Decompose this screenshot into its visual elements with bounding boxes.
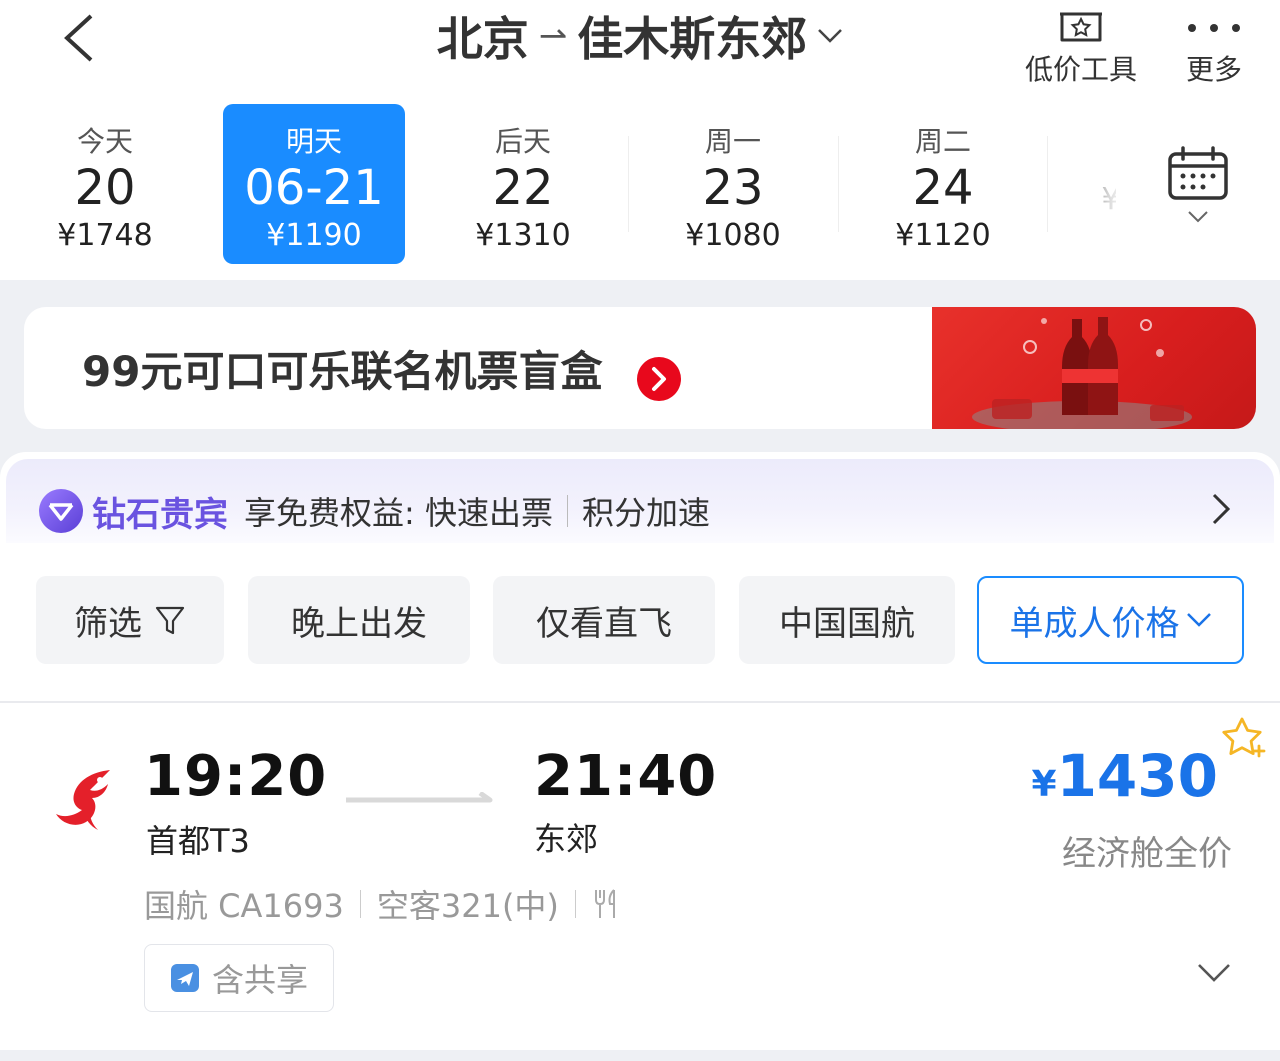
flight-meta: 国航 CA1693 空客321(中) (144, 884, 622, 925)
date-price: ¥1310 (475, 218, 571, 253)
vip-divider (566, 495, 568, 527)
cabin-class: 经济舱全价 (1062, 834, 1232, 874)
price-mode-dropdown[interactable]: 单成人价格 (977, 576, 1244, 664)
air-china-logo (52, 764, 118, 840)
date-label: 明天 (285, 125, 342, 158)
date-label: 周一 (704, 125, 761, 158)
vip-title: 钻石贵宾 (92, 494, 228, 535)
date-selector: 今天 20 ¥1748 明天 06-21 ¥1190 后天 22 ¥1310 周… (0, 100, 1280, 280)
more-button[interactable]: 更多 (1178, 0, 1250, 88)
date-item-tuesday[interactable]: 周二 24 ¥1120 (852, 104, 1034, 264)
promo-banner-image (932, 307, 1256, 429)
calendar-icon (1168, 146, 1228, 200)
price-mode-label: 单成人价格 (1009, 603, 1180, 644)
origin-city: 北京 (436, 12, 529, 66)
date-item-tomorrow[interactable]: 明天 06-21 ¥1190 (223, 104, 405, 264)
chevron-down-icon (1186, 613, 1211, 627)
filter-evening-departure[interactable]: 晚上出发 (248, 576, 470, 664)
chevron-down-icon (1188, 211, 1208, 223)
filter-label: 晚上出发 (291, 603, 427, 644)
price-currency: ¥ (1031, 764, 1057, 805)
diamond-vip-icon (39, 489, 83, 533)
date-price: ¥1190 (266, 218, 362, 253)
filter-direct-only[interactable]: 仅看直飞 (493, 576, 715, 664)
filter-button[interactable]: 筛选 (36, 576, 224, 664)
calendar-button[interactable] (1116, 100, 1280, 280)
price-amount: 1430 (1056, 742, 1218, 810)
filter-label: 中国国航 (779, 603, 915, 644)
promo-banner-text: 99元可口可乐联名机票盲盒 (82, 346, 603, 396)
flight-price: ¥1430 (1000, 742, 1219, 810)
chevron-right-icon[interactable] (1210, 492, 1232, 530)
destination-city: 佳木斯东郊 (577, 12, 808, 66)
filter-label: 仅看直飞 (536, 603, 672, 644)
filter-air-china[interactable]: 中国国航 (739, 576, 955, 664)
date-price: ¥1748 (57, 218, 153, 253)
date-divider (838, 136, 839, 232)
more-label: 更多 (1185, 53, 1242, 86)
filter-label: 筛选 (74, 603, 142, 644)
codeshare-label: 含共享 (211, 961, 308, 999)
date-item-day-after[interactable]: 后天 22 ¥1310 (432, 104, 614, 264)
date-day: 06-21 (244, 160, 384, 216)
meta-divider (574, 890, 576, 918)
low-price-tool-button[interactable]: 低价工具 (1020, 0, 1142, 88)
bottom-divider (0, 1050, 1280, 1061)
date-day: 24 (912, 160, 974, 216)
date-day: 20 (74, 160, 136, 216)
vip-benefit-2: 积分加速 (581, 494, 710, 532)
date-price: ¥1120 (895, 218, 991, 253)
date-price: ¥1080 (685, 218, 781, 253)
chevron-down-icon[interactable] (1196, 962, 1232, 988)
top-bar: 北京 ⇀ 佳木斯东郊 低价工具 更多 (0, 0, 1280, 100)
route-arrow: ⇀ (538, 16, 568, 56)
plane-icon (170, 964, 199, 992)
basket-star-icon (1056, 0, 1106, 44)
more-dots-icon (1182, 0, 1246, 44)
vip-benefit-1: 享免费权益: 快速出票 (244, 494, 553, 532)
favorite-star-icon[interactable] (1221, 716, 1267, 764)
arrival-time: 21:40 (534, 744, 718, 809)
section-divider (0, 701, 1280, 703)
chevron-down-icon (817, 28, 843, 44)
date-day: 23 (702, 160, 764, 216)
departure-time: 19:20 (144, 744, 328, 809)
date-label: 后天 (494, 125, 551, 158)
low-price-tool-label: 低价工具 (1024, 53, 1137, 86)
date-label: 周二 (914, 125, 971, 158)
arrival-airport: 东郊 (534, 820, 599, 858)
promo-go-icon[interactable] (636, 356, 682, 406)
date-divider (628, 136, 629, 232)
vip-benefits-row: 钻石贵宾 享免费权益: 快速出票 积分加速 (38, 485, 710, 537)
date-label: 今天 (76, 125, 133, 158)
date-item-monday[interactable]: 周一 23 ¥1080 (642, 104, 824, 264)
codeshare-badge: 含共享 (144, 944, 334, 1012)
meal-icon (594, 889, 615, 918)
date-day: 22 (492, 160, 554, 216)
aircraft-type: 空客321(中) (376, 887, 559, 925)
departure-airport: 首都T3 (146, 822, 250, 860)
date-item-today[interactable]: 今天 20 ¥1748 (14, 104, 196, 264)
flight-route-arrow (344, 790, 494, 812)
meta-divider (359, 890, 361, 918)
airline-flight-number: 国航 CA1693 (144, 887, 344, 925)
filter-funnel-icon (155, 606, 185, 635)
